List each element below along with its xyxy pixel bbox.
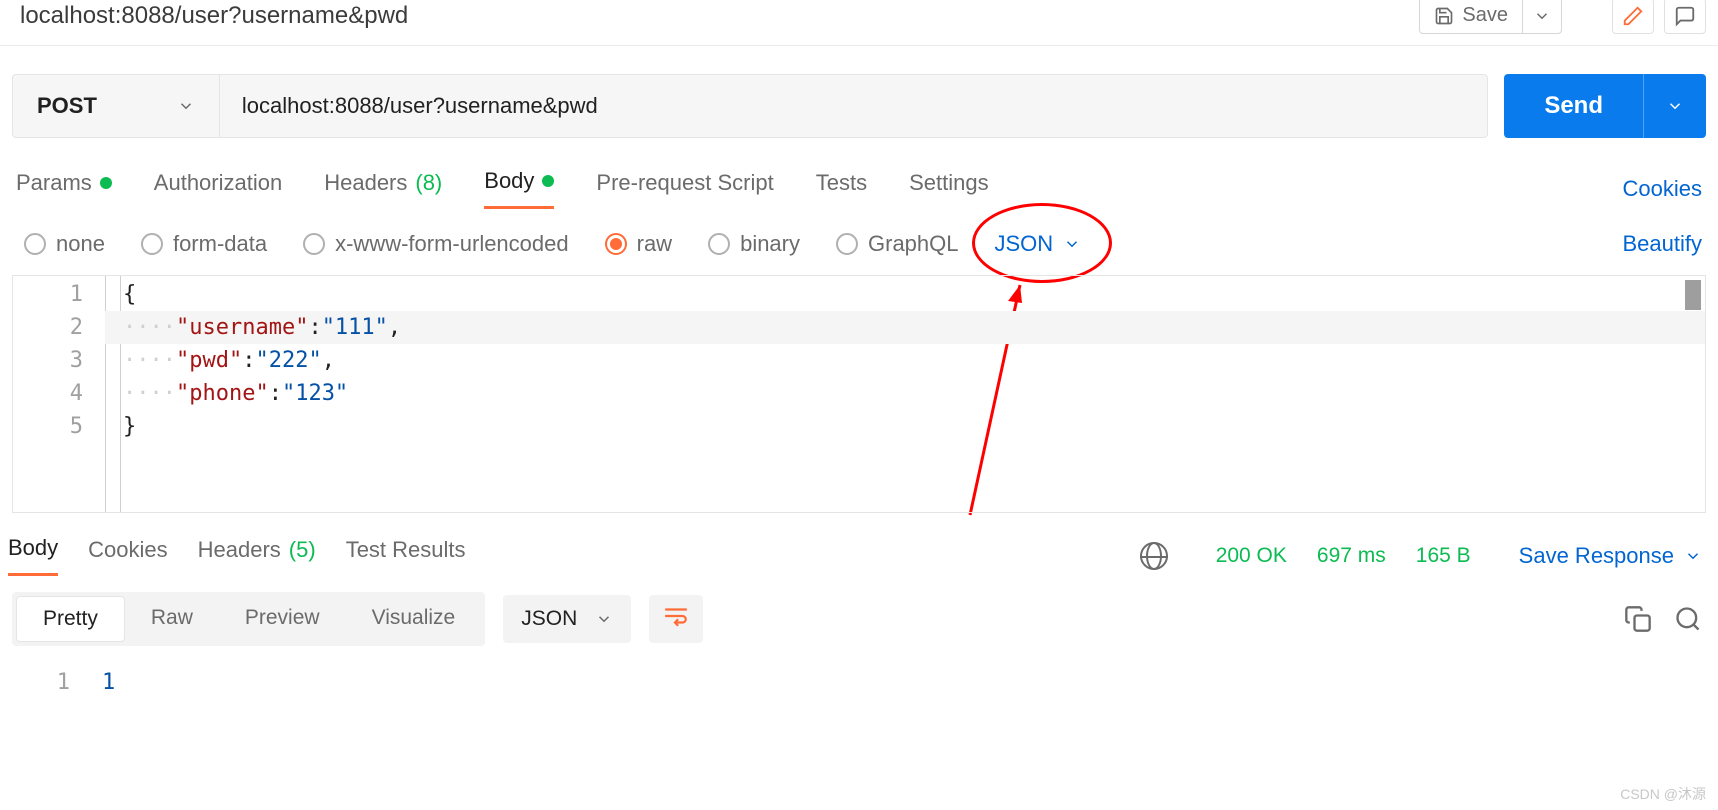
- resp-tab-test-results[interactable]: Test Results: [346, 537, 466, 575]
- search-icon[interactable]: [1674, 605, 1702, 633]
- send-label: Send: [1504, 92, 1643, 120]
- mode-raw[interactable]: Raw: [125, 596, 219, 642]
- method-url-bar: POST localhost:8088/user?username&pwd: [12, 74, 1488, 138]
- send-button[interactable]: Send: [1504, 74, 1706, 138]
- chevron-down-icon: [1533, 7, 1551, 25]
- url-input[interactable]: localhost:8088/user?username&pwd: [220, 75, 1487, 137]
- radio-form-data[interactable]: form-data: [141, 231, 267, 257]
- dot-indicator: [100, 177, 112, 189]
- minimap: [1685, 280, 1701, 310]
- tab-header: localhost:8088/user?username&pwd Save: [0, 0, 1718, 46]
- radio-icon: [605, 233, 627, 255]
- request-row: POST localhost:8088/user?username&pwd Se…: [0, 46, 1718, 138]
- radio-icon: [24, 233, 46, 255]
- tab-pre-request-script[interactable]: Pre-request Script: [596, 170, 773, 208]
- save-button-group: Save: [1419, 0, 1562, 34]
- chevron-down-icon: [177, 97, 195, 115]
- radio-x-www-form-urlencoded[interactable]: x-www-form-urlencoded: [303, 231, 569, 257]
- cookies-link[interactable]: Cookies: [1623, 176, 1702, 202]
- body-editor[interactable]: 1 2 3 4 5 { ····"username":"111", ····"p…: [12, 275, 1706, 513]
- radio-icon: [836, 233, 858, 255]
- response-body[interactable]: 1 1: [0, 646, 1718, 695]
- response-type-dropdown[interactable]: JSON: [503, 595, 631, 643]
- edit-button[interactable]: [1612, 0, 1654, 34]
- response-value: 1: [92, 670, 115, 695]
- save-dropdown[interactable]: [1523, 0, 1561, 33]
- radio-none[interactable]: none: [24, 231, 105, 257]
- url-value: localhost:8088/user?username&pwd: [242, 93, 598, 119]
- tab-headers[interactable]: Headers (8): [324, 170, 442, 208]
- resp-tab-headers[interactable]: Headers (5): [198, 537, 316, 575]
- request-tab-title: localhost:8088/user?username&pwd: [20, 2, 1419, 30]
- response-tabs: Body Cookies Headers (5) Test Results 20…: [0, 513, 1718, 576]
- radio-graphql[interactable]: GraphQL: [836, 231, 959, 257]
- comment-icon: [1674, 5, 1696, 27]
- save-label: Save: [1462, 4, 1508, 27]
- response-time: 697 ms: [1317, 544, 1386, 568]
- copy-icon[interactable]: [1624, 605, 1652, 633]
- resp-tab-body[interactable]: Body: [8, 535, 58, 576]
- tab-authorization[interactable]: Authorization: [154, 170, 282, 208]
- pencil-icon: [1622, 5, 1644, 27]
- save-button[interactable]: Save: [1420, 0, 1523, 33]
- chevron-down-icon: [1666, 97, 1684, 115]
- radio-raw[interactable]: raw: [605, 231, 672, 257]
- comment-button[interactable]: [1664, 0, 1706, 34]
- send-dropdown[interactable]: [1643, 74, 1706, 138]
- tab-tests[interactable]: Tests: [816, 170, 867, 208]
- response-line-number: 1: [0, 670, 92, 695]
- wrap-icon: [663, 605, 689, 627]
- tab-settings[interactable]: Settings: [909, 170, 989, 208]
- radio-icon: [303, 233, 325, 255]
- mode-pretty[interactable]: Pretty: [16, 596, 125, 642]
- globe-icon[interactable]: [1140, 542, 1168, 570]
- tab-body[interactable]: Body: [484, 168, 554, 209]
- method-label: POST: [37, 93, 97, 119]
- resp-tab-cookies[interactable]: Cookies: [88, 537, 167, 575]
- mode-preview[interactable]: Preview: [219, 596, 346, 642]
- editor-code[interactable]: { ····"username":"111", ····"pwd":"222",…: [105, 276, 1705, 512]
- save-icon: [1434, 6, 1454, 26]
- dot-indicator: [542, 175, 554, 187]
- radio-binary[interactable]: binary: [708, 231, 800, 257]
- radio-icon: [141, 233, 163, 255]
- beautify-link[interactable]: Beautify: [1623, 231, 1703, 257]
- save-response-link[interactable]: Save Response: [1519, 543, 1702, 569]
- chevron-down-icon: [1684, 547, 1702, 565]
- request-tabs: Params Authorization Headers (8) Body Pr…: [0, 138, 1718, 209]
- response-mode-row: Pretty Raw Preview Visualize JSON: [0, 576, 1718, 646]
- method-select[interactable]: POST: [13, 75, 220, 137]
- mode-visualize[interactable]: Visualize: [346, 596, 482, 642]
- radio-icon: [708, 233, 730, 255]
- response-status: 200 OK: [1216, 544, 1287, 568]
- chevron-down-icon: [595, 610, 613, 628]
- response-size: 165 B: [1416, 544, 1471, 568]
- wrap-lines-button[interactable]: [649, 595, 703, 643]
- body-type-row: none form-data x-www-form-urlencoded raw…: [0, 209, 1718, 275]
- response-mode-tabs: Pretty Raw Preview Visualize: [12, 592, 485, 646]
- tab-params[interactable]: Params: [16, 170, 112, 208]
- editor-gutter: 1 2 3 4 5: [13, 276, 105, 512]
- watermark: CSDN @沐源: [1620, 784, 1706, 804]
